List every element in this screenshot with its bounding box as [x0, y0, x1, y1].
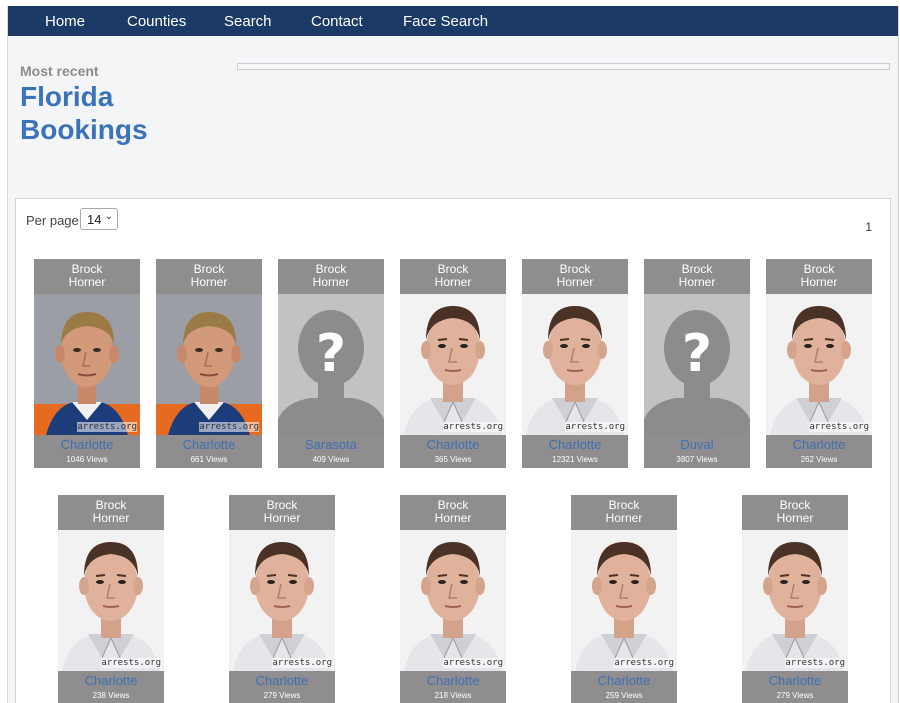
results-panel: Per page 14 ⌄ 1 Brock Horner arrests.org Ch… — [15, 198, 891, 703]
view-count: 279 Views — [776, 691, 814, 700]
mugshot-photo[interactable]: arrests.org — [571, 530, 677, 671]
booking-card[interactable]: Brock Horner arrests.org Charlotte 262 Views — [766, 259, 872, 468]
view-count: 365 Views — [434, 455, 472, 464]
mugshot-photo[interactable]: arrests.org — [742, 530, 848, 671]
booking-name[interactable]: Brock Horner — [400, 499, 506, 525]
mugshot-photo[interactable]: arrests.org — [400, 530, 506, 671]
booking-card[interactable]: Brock Horner arrests.org Charlotte 218 Views — [400, 495, 506, 703]
booking-name[interactable]: Brock Horner — [644, 263, 750, 289]
watermark: arrests.org — [614, 658, 674, 668]
view-count: 661 Views — [190, 455, 228, 464]
per-page-value: 14 — [87, 212, 102, 227]
last-name: Horner — [434, 511, 472, 525]
view-count: 218 Views — [434, 691, 472, 700]
county-link[interactable]: Charlotte — [229, 673, 335, 688]
view-count: 3807 Views — [676, 455, 718, 464]
county-link[interactable]: Charlotte — [766, 437, 872, 452]
last-name: Horner — [605, 511, 643, 525]
search-bar[interactable] — [237, 63, 890, 70]
watermark: arrests.org — [272, 658, 332, 668]
mugshot-photo[interactable]: arrests.org — [400, 294, 506, 435]
view-count: 238 Views — [92, 691, 130, 700]
watermark: arrests.org — [443, 658, 503, 668]
last-name: Horner — [434, 275, 472, 289]
nav-face-search[interactable]: Face Search — [403, 13, 488, 30]
last-name: Horner — [776, 511, 814, 525]
booking-name[interactable]: Brock Horner — [58, 499, 164, 525]
watermark: arrests.org — [443, 422, 503, 432]
watermark: arrests.org — [785, 658, 845, 668]
booking-card[interactable]: Brock Horner arrests.org Charlotte 365 Views — [400, 259, 506, 468]
view-count: 279 Views — [263, 691, 301, 700]
view-count: 262 Views — [800, 455, 838, 464]
county-link[interactable]: Charlotte — [400, 437, 506, 452]
county-link[interactable]: Charlotte — [742, 673, 848, 688]
nav-counties[interactable]: Counties — [127, 13, 186, 30]
nav-home[interactable]: Home — [45, 13, 85, 30]
booking-name[interactable]: Brock Horner — [229, 499, 335, 525]
nav-search[interactable]: Search — [224, 13, 272, 30]
booking-name[interactable]: Brock Horner — [278, 263, 384, 289]
last-name: Horner — [92, 511, 130, 525]
top-nav: Home Counties Search Contact Face Search — [8, 6, 898, 36]
mugshot-photo[interactable]: arrests.org — [766, 294, 872, 435]
last-name: Horner — [678, 275, 716, 289]
watermark: arrests.org — [565, 422, 625, 432]
last-name: Horner — [800, 275, 838, 289]
booking-card[interactable]: Brock Horner arrests.org Charlotte 238 Views — [58, 495, 164, 703]
booking-card[interactable]: Brock Horner Sarasota 409 Views — [278, 259, 384, 468]
nav-contact[interactable]: Contact — [311, 13, 363, 30]
county-link[interactable]: Charlotte — [571, 673, 677, 688]
booking-card[interactable]: Brock Horner arrests.org Charlotte 661 Views — [156, 259, 262, 468]
booking-name[interactable]: Brock Horner — [766, 263, 872, 289]
booking-name[interactable]: Brock Horner — [400, 263, 506, 289]
booking-name[interactable]: Brock Horner — [34, 263, 140, 289]
county-link[interactable]: Charlotte — [34, 437, 140, 452]
booking-name[interactable]: Brock Horner — [156, 263, 262, 289]
county-link[interactable]: Charlotte — [522, 437, 628, 452]
last-name: Horner — [263, 511, 301, 525]
booking-card[interactable]: Brock Horner Duval 3807 Views — [644, 259, 750, 468]
county-link[interactable]: Charlotte — [156, 437, 262, 452]
placeholder-avatar[interactable] — [644, 294, 750, 435]
last-name: Horner — [556, 275, 594, 289]
view-count: 12321 Views — [552, 455, 598, 464]
page-frame: Home Counties Search Contact Face Search… — [7, 6, 899, 703]
last-name: Horner — [190, 275, 228, 289]
eyebrow-text: Most recent — [20, 63, 99, 79]
last-name: Horner — [312, 275, 350, 289]
county-link[interactable]: Charlotte — [400, 673, 506, 688]
mugshot-photo[interactable]: arrests.org — [58, 530, 164, 671]
page-title: Florida Bookings — [20, 81, 148, 145]
view-count: 1046 Views — [66, 455, 108, 464]
booking-card[interactable]: Brock Horner arrests.org Charlotte 279 Views — [742, 495, 848, 703]
watermark: arrests.org — [77, 422, 137, 432]
booking-card[interactable]: Brock Horner arrests.org Charlotte 279 Views — [229, 495, 335, 703]
watermark: arrests.org — [809, 422, 869, 432]
mugshot-photo[interactable]: arrests.org — [34, 294, 140, 435]
per-page-label: Per page — [26, 213, 79, 228]
booking-name[interactable]: Brock Horner — [571, 499, 677, 525]
per-page-select[interactable]: 14 ⌄ — [80, 208, 118, 230]
view-count: 409 Views — [312, 455, 350, 464]
mugshot-photo[interactable]: arrests.org — [522, 294, 628, 435]
chevron-down-icon: ⌄ — [104, 211, 113, 222]
booking-card[interactable]: Brock Horner arrests.org Charlotte 12321 Vie… — [522, 259, 628, 468]
mugshot-photo[interactable]: arrests.org — [156, 294, 262, 435]
booking-name[interactable]: Brock Horner — [522, 263, 628, 289]
watermark: arrests.org — [101, 658, 161, 668]
watermark: arrests.org — [199, 422, 259, 432]
view-count: 259 Views — [605, 691, 643, 700]
placeholder-avatar[interactable] — [278, 294, 384, 435]
booking-name[interactable]: Brock Horner — [742, 499, 848, 525]
mugshot-photo[interactable]: arrests.org — [229, 530, 335, 671]
county-link[interactable]: Charlotte — [58, 673, 164, 688]
county-link[interactable]: Sarasota — [278, 437, 384, 452]
last-name: Horner — [68, 275, 106, 289]
county-link[interactable]: Duval — [644, 437, 750, 452]
booking-card[interactable]: Brock Horner arrests.org Charlotte 1046 View… — [34, 259, 140, 468]
pagination-current[interactable]: 1 — [865, 220, 872, 234]
booking-card[interactable]: Brock Horner arrests.org Charlotte 259 Views — [571, 495, 677, 703]
